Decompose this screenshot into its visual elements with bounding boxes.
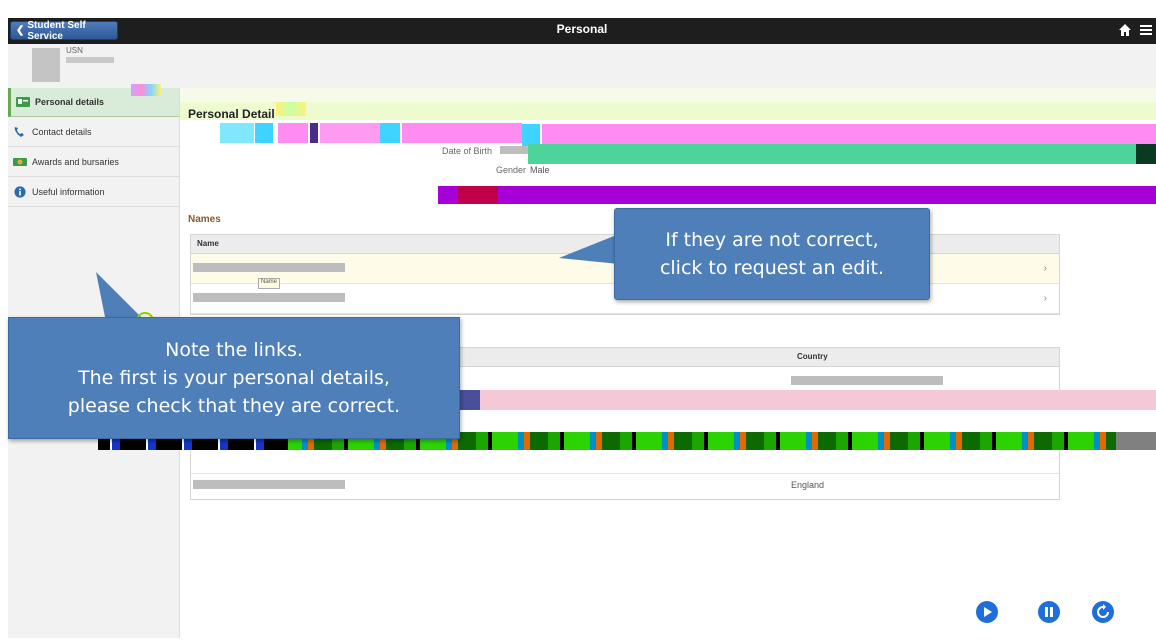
callout-line: The first is your personal details, (78, 367, 390, 389)
render-glitch (255, 123, 273, 143)
table-row[interactable] (191, 451, 1059, 474)
id-card-icon (16, 97, 30, 107)
usn-label: USN (66, 46, 83, 55)
render-glitch (220, 123, 254, 143)
dob-label: Date of Birth (442, 146, 493, 156)
country-column-header: Country (797, 352, 828, 361)
render-glitch (542, 124, 1156, 144)
render-glitch (528, 144, 1156, 164)
chevron-left-icon: ❮ (16, 25, 25, 36)
avatar (32, 48, 60, 82)
play-button[interactable] (976, 601, 998, 623)
top-navigation-bar: ❮ Student Self Service Personal (8, 18, 1156, 44)
sidebar-item-label: Awards and bursaries (32, 157, 119, 167)
sidebar-item-useful-info[interactable]: Useful information (8, 178, 179, 207)
sidebar-item-label: Personal details (35, 97, 105, 107)
callout-line: click to request an edit. (659, 257, 885, 279)
app-frame: ❮ Student Self Service Personal USN Pers… (8, 18, 1156, 638)
callout-line: Note the links. (165, 339, 303, 361)
sidebar-item-label: Useful information (32, 187, 105, 197)
country-value: England (791, 480, 825, 490)
section-title: Personal Detail (188, 107, 275, 121)
pause-button[interactable] (1038, 601, 1060, 623)
back-button[interactable]: ❮ Student Self Service (10, 19, 118, 42)
chevron-right-icon: › (1043, 263, 1047, 274)
country-value-redacted (791, 376, 943, 385)
render-glitch (276, 102, 306, 116)
name-column-header: Name (197, 239, 219, 248)
render-glitch (180, 88, 1156, 102)
profile-header (8, 44, 1156, 88)
callout-line: If they are not correct, (665, 229, 879, 251)
address-value-redacted (193, 480, 345, 489)
render-glitch (320, 123, 380, 143)
sidebar-item-contact-details[interactable]: Contact details (8, 118, 179, 147)
render-glitch (1136, 144, 1156, 164)
edit-callout: If they are not correct, click to reques… (614, 208, 930, 300)
name-value-redacted (193, 263, 345, 272)
replay-icon (1097, 604, 1109, 618)
phone-icon (14, 127, 24, 137)
chevron-right-icon: › (1043, 293, 1047, 304)
home-icon[interactable] (1118, 23, 1132, 37)
callout-pointer (559, 234, 619, 264)
usn-value-redacted (66, 57, 114, 63)
name-value-redacted (193, 293, 345, 302)
pause-icon (1045, 607, 1053, 617)
render-glitch (1116, 432, 1156, 450)
replay-button[interactable] (1092, 601, 1114, 623)
callout-line: please check that they are correct. (67, 395, 401, 417)
links-callout: Note the links. The first is your person… (8, 317, 460, 439)
gender-value: Male (530, 165, 550, 175)
tooltip: Name (258, 278, 280, 289)
sidebar-item-label: Contact details (32, 127, 92, 137)
render-glitch (438, 186, 1156, 204)
play-icon (984, 607, 992, 617)
render-glitch (278, 123, 308, 143)
hamburger-menu-icon[interactable] (1140, 24, 1152, 36)
table-row[interactable]: England (191, 474, 1059, 498)
page-title: Personal (556, 22, 608, 36)
gender-label: Gender (496, 165, 527, 175)
award-icon (13, 158, 27, 166)
back-button-label: Student Self Service (27, 19, 86, 42)
info-icon (14, 186, 26, 198)
sidebar-item-awards[interactable]: Awards and bursaries (8, 148, 179, 177)
render-glitch (480, 390, 1156, 410)
render-glitch (180, 102, 1156, 120)
render-glitch (458, 186, 498, 204)
names-subtitle: Names (188, 214, 221, 225)
render-glitch (131, 84, 161, 96)
render-glitch (310, 123, 318, 143)
render-glitch (380, 123, 400, 143)
sidebar-item-personal-details[interactable]: Personal details (8, 84, 179, 117)
render-glitch (402, 123, 522, 143)
address-grid-continued: England (190, 451, 1060, 500)
render-glitch (522, 124, 540, 146)
